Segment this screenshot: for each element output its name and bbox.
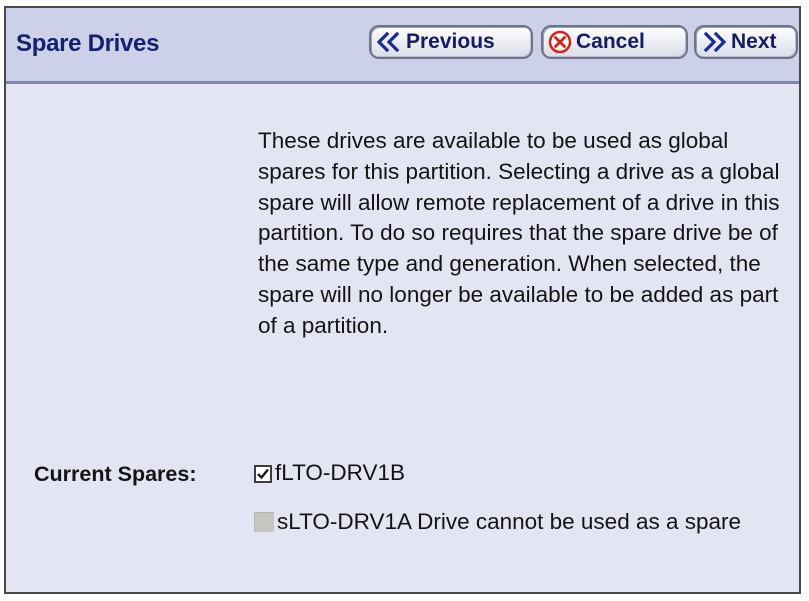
spare-note: Drive cannot be used as a spare	[417, 509, 742, 534]
next-button[interactable]: Next	[694, 25, 798, 59]
cancel-button-label: Cancel	[576, 30, 645, 53]
spare-drives-panel: Spare Drives Previous Cancel Next These …	[4, 6, 801, 594]
panel-header: Spare Drives Previous Cancel Next	[6, 8, 799, 84]
spare-checkbox-sLTO-DRV1A	[254, 512, 274, 532]
previous-button-label: Previous	[406, 30, 495, 53]
panel-content: These drives are available to be used as…	[6, 84, 799, 592]
spare-item: sLTO-DRV1A Drive cannot be used as a spa…	[254, 507, 794, 537]
next-button-label: Next	[731, 30, 777, 53]
page-title: Spare Drives	[16, 30, 160, 57]
spare-name: sLTO-DRV1A	[277, 509, 411, 534]
spare-name: fLTO-DRV1B	[275, 460, 406, 485]
spare-checkbox-fLTO-DRV1B[interactable]	[254, 465, 272, 483]
current-spares-label: Current Spares:	[34, 462, 197, 486]
description-text: These drives are available to be used as…	[258, 128, 780, 338]
cancel-button[interactable]: Cancel	[541, 25, 688, 59]
previous-button[interactable]: Previous	[369, 25, 533, 59]
double-chevron-right-icon	[701, 32, 727, 52]
cancel-x-circle-icon	[548, 30, 572, 54]
spare-item: fLTO-DRV1B	[254, 458, 405, 488]
double-chevron-left-icon	[376, 32, 402, 52]
